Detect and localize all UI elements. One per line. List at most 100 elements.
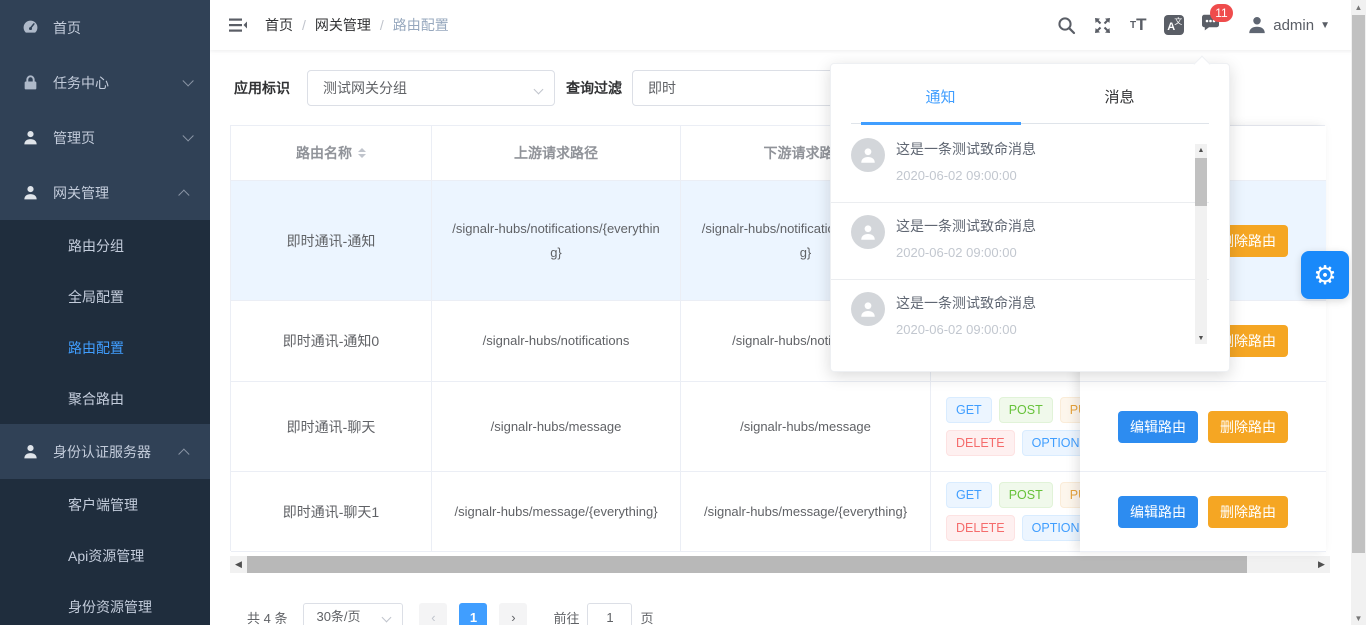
goto-page-input[interactable] (587, 603, 632, 625)
scroll-up-arrow-icon[interactable]: ▲ (1351, 0, 1366, 14)
font-size-icon[interactable]: TT (1128, 15, 1148, 35)
popover-arrow (1194, 56, 1211, 73)
table-header-cell: 上游请求路径 (432, 126, 681, 180)
user-menu[interactable]: admin ▼ (1247, 15, 1330, 35)
notification-time: 2020-06-02 09:00:00 (896, 245, 1017, 260)
edit-route-button[interactable]: 编辑路由 (1118, 411, 1198, 443)
vertical-scroll-thumb[interactable] (1352, 15, 1365, 553)
settings-gear-button[interactable]: ⚙ (1301, 251, 1349, 299)
route-name: 即时通讯-聊天1 (283, 502, 379, 522)
page-size-select[interactable]: 30条/页 (303, 603, 403, 625)
breadcrumb: 首页/网关管理/路由配置 (265, 0, 449, 50)
upstream-path: /signalr-hubs/notifications/{everything} (448, 217, 664, 264)
notification-avatar-icon (851, 292, 885, 326)
search-icon[interactable] (1056, 15, 1076, 35)
current-page[interactable]: 1 (459, 603, 487, 625)
scroll-right-arrow-icon[interactable]: ▶ (1313, 556, 1330, 573)
sidebar: 首页任务中心管理页网关管理路由分组全局配置路由配置聚合路由身份认证服务器客户端管… (0, 0, 210, 625)
downstream-path-cell: /signalr-hubs/message/{everything} (681, 472, 931, 551)
column-header-label[interactable]: 路由名称 (296, 143, 352, 163)
dashboard-icon (22, 19, 39, 36)
notification-title: 这是一条测试致命消息 (896, 293, 1036, 313)
page-vertical-scrollbar[interactable]: ▲ ▼ (1351, 0, 1366, 625)
total-count: 共 4 条 (247, 608, 287, 625)
sidebar-item-管理页[interactable]: 管理页 (0, 110, 210, 165)
breadcrumb-separator: / (380, 17, 384, 33)
table-horizontal-scrollbar[interactable]: ◀ ▶ (230, 556, 1330, 573)
chevron-up-icon (178, 448, 189, 459)
method-tag-get: GET (946, 482, 992, 508)
sidebar-item-路由分组[interactable]: 路由分组 (0, 220, 210, 271)
sidebar-subitem-label: 客户端管理 (68, 495, 138, 515)
sidebar-subitem-label: 路由分组 (68, 236, 124, 256)
upstream-path-cell: /signalr-hubs/message/{everything} (432, 472, 681, 551)
navbar-actions: TT A文 11 admin ▼ (1056, 0, 1330, 50)
sidebar-item-路由配置[interactable]: 路由配置 (0, 322, 210, 373)
scroll-up-arrow-icon[interactable]: ▲ (1195, 144, 1207, 156)
tab-messages[interactable]: 消息 (1030, 78, 1209, 123)
sidebar-item-身份认证服务器[interactable]: 身份认证服务器 (0, 424, 210, 479)
sidebar-item-label: 身份认证服务器 (53, 442, 151, 462)
app-group-select-value: 测试网关分组 (323, 80, 407, 96)
sidebar-item-任务中心[interactable]: 任务中心 (0, 55, 210, 110)
sidebar-subitem-label: 聚合路由 (68, 389, 124, 409)
notification-time: 2020-06-02 09:00:00 (896, 322, 1017, 337)
app-id-label: 应用标识 (234, 70, 290, 106)
message-badge: 11 (1210, 4, 1232, 22)
notification-scrollbar[interactable]: ▲ ▼ (1195, 144, 1207, 344)
sidebar-item-身份资源管理[interactable]: 身份资源管理 (0, 581, 210, 625)
route-name: 即时通讯-通知0 (283, 331, 379, 351)
upstream-path-cell: /signalr-hubs/notifications/{everything} (432, 181, 681, 300)
table-header-cell: 路由名称 (231, 126, 432, 180)
upstream-path: /signalr-hubs/notifications (483, 329, 630, 352)
method-tag-delete: DELETE (946, 430, 1015, 456)
upstream-path-cell: /signalr-hubs/message (432, 382, 681, 471)
sidebar-item-首页[interactable]: 首页 (0, 0, 210, 55)
username: admin (1273, 17, 1314, 34)
breadcrumb-item[interactable]: 网关管理 (315, 15, 371, 35)
chevron-down-icon: ▼ (1320, 20, 1330, 31)
scroll-left-arrow-icon[interactable]: ◀ (230, 556, 247, 573)
notification-title: 这是一条测试致命消息 (896, 216, 1036, 236)
delete-route-button[interactable]: 删除路由 (1208, 411, 1288, 443)
scroll-down-arrow-icon[interactable]: ▼ (1351, 611, 1366, 625)
notification-item[interactable]: 这是一条测试致命消息 2020-06-02 09:00:00 (831, 203, 1209, 280)
sidebar-item-label: 网关管理 (53, 183, 109, 203)
method-tag-post: POST (999, 397, 1053, 423)
delete-route-button[interactable]: 删除路由 (1208, 496, 1288, 528)
goto-label: 前往 (553, 608, 579, 625)
sidebar-item-客户端管理[interactable]: 客户端管理 (0, 479, 210, 530)
translate-icon[interactable]: A文 (1164, 15, 1184, 35)
app-root: 首页任务中心管理页网关管理路由分组全局配置路由配置聚合路由身份认证服务器客户端管… (0, 0, 1366, 625)
app-group-select[interactable]: 测试网关分组 (307, 70, 555, 106)
prev-page-button[interactable]: ‹ (419, 603, 447, 625)
edit-route-button[interactable]: 编辑路由 (1118, 496, 1198, 528)
route-name-cell: 即时通讯-聊天1 (231, 472, 432, 551)
tab-notifications[interactable]: 通知 (851, 78, 1030, 123)
sidebar-item-Api资源管理[interactable]: Api资源管理 (0, 530, 210, 581)
scroll-down-arrow-icon[interactable]: ▼ (1195, 332, 1207, 344)
sidebar-item-聚合路由[interactable]: 聚合路由 (0, 373, 210, 424)
hamburger-icon[interactable] (228, 15, 248, 35)
sort-carets-icon[interactable] (358, 144, 366, 162)
sidebar-item-全局配置[interactable]: 全局配置 (0, 271, 210, 322)
route-name: 即时通讯-聊天 (287, 417, 376, 437)
pagination: 共 4 条 30条/页 ‹ 1 › 前往 页 (247, 603, 654, 625)
notification-list: 这是一条测试致命消息 2020-06-02 09:00:00 这是一条测试致命消息 2… (831, 126, 1231, 359)
sidebar-subitem-label: Api资源管理 (68, 546, 144, 566)
route-name-cell: 即时通讯-通知 (231, 181, 432, 300)
chevron-up-icon (178, 189, 189, 200)
next-page-button[interactable]: › (499, 603, 527, 625)
notification-item[interactable]: 这是一条测试致命消息 2020-06-02 09:00:00 (831, 280, 1209, 357)
sidebar-item-网关管理[interactable]: 网关管理 (0, 165, 210, 220)
sidebar-submenu: 客户端管理 Api资源管理身份资源管理 (0, 479, 210, 625)
notification-item[interactable]: 这是一条测试致命消息2020-06-02 09:00:00 (831, 126, 1209, 203)
lock-icon (22, 74, 39, 91)
notification-scroll-thumb[interactable] (1195, 158, 1207, 206)
message-icon[interactable]: 11 (1200, 13, 1221, 37)
sidebar-item-label: 管理页 (53, 128, 95, 148)
horizontal-scroll-thumb[interactable] (247, 556, 1247, 573)
breadcrumb-item[interactable]: 首页 (265, 15, 293, 35)
column-header-label: 上游请求路径 (514, 143, 598, 163)
fullscreen-icon[interactable] (1092, 15, 1112, 35)
